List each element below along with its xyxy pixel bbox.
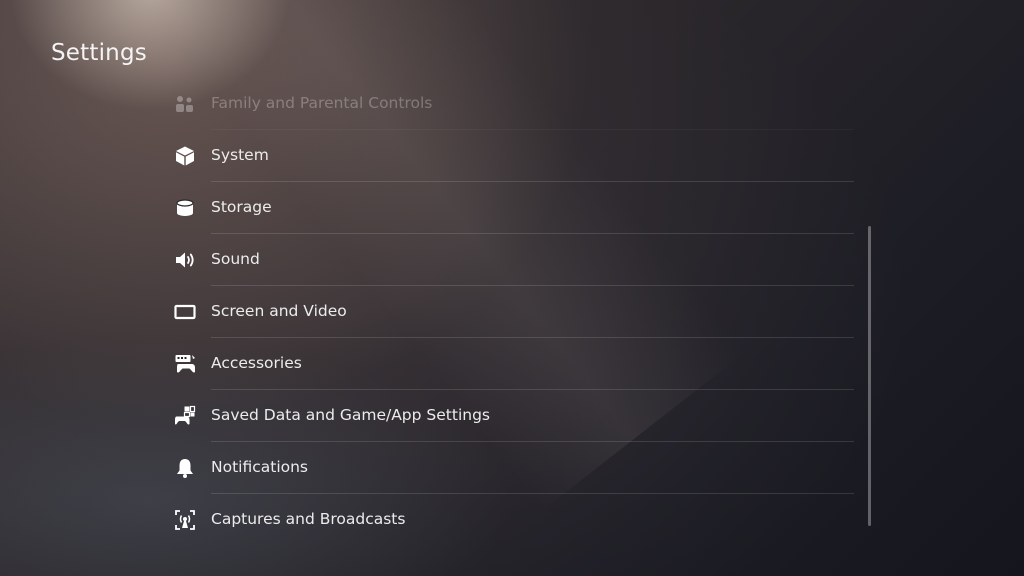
settings-item-label: Storage <box>211 198 272 216</box>
settings-item-screen-and-video[interactable]: Screen and Video <box>166 286 854 338</box>
captures-icon <box>174 509 196 531</box>
storage-icon <box>174 197 196 219</box>
settings-item-notifications[interactable]: Notifications <box>166 442 854 494</box>
settings-item-accessories[interactable]: Accessories <box>166 338 854 390</box>
settings-item-system[interactable]: System <box>166 130 854 182</box>
settings-item-captures-and-broadcasts[interactable]: Captures and Broadcasts <box>166 494 854 546</box>
settings-item-label: Saved Data and Game/App Settings <box>211 406 490 424</box>
family-icon <box>174 93 196 115</box>
settings-item-label: Notifications <box>211 458 309 476</box>
accessories-icon <box>174 353 196 375</box>
settings-item-sound[interactable]: Sound <box>166 234 854 286</box>
settings-item-family-and-parental-controls[interactable]: Family and Parental Controls <box>166 78 854 130</box>
settings-item-label: Accessories <box>211 354 302 372</box>
settings-list: Family and Parental Controls System Stor… <box>166 78 854 548</box>
cube-icon <box>174 145 196 167</box>
settings-item-label: Sound <box>211 250 260 268</box>
settings-item-label: Family and Parental Controls <box>211 94 433 112</box>
bell-icon <box>174 457 196 479</box>
page-title: Settings <box>51 40 147 66</box>
screen-icon <box>174 301 196 323</box>
settings-item-label: System <box>211 146 269 164</box>
settings-item-saved-data-and-game-app-settings[interactable]: Saved Data and Game/App Settings <box>166 390 854 442</box>
saved-data-icon <box>174 405 196 427</box>
scrollbar[interactable] <box>868 226 871 526</box>
settings-item-label: Captures and Broadcasts <box>211 510 406 528</box>
settings-item-storage[interactable]: Storage <box>166 182 854 234</box>
speaker-icon <box>174 249 196 271</box>
settings-item-label: Screen and Video <box>211 302 347 320</box>
